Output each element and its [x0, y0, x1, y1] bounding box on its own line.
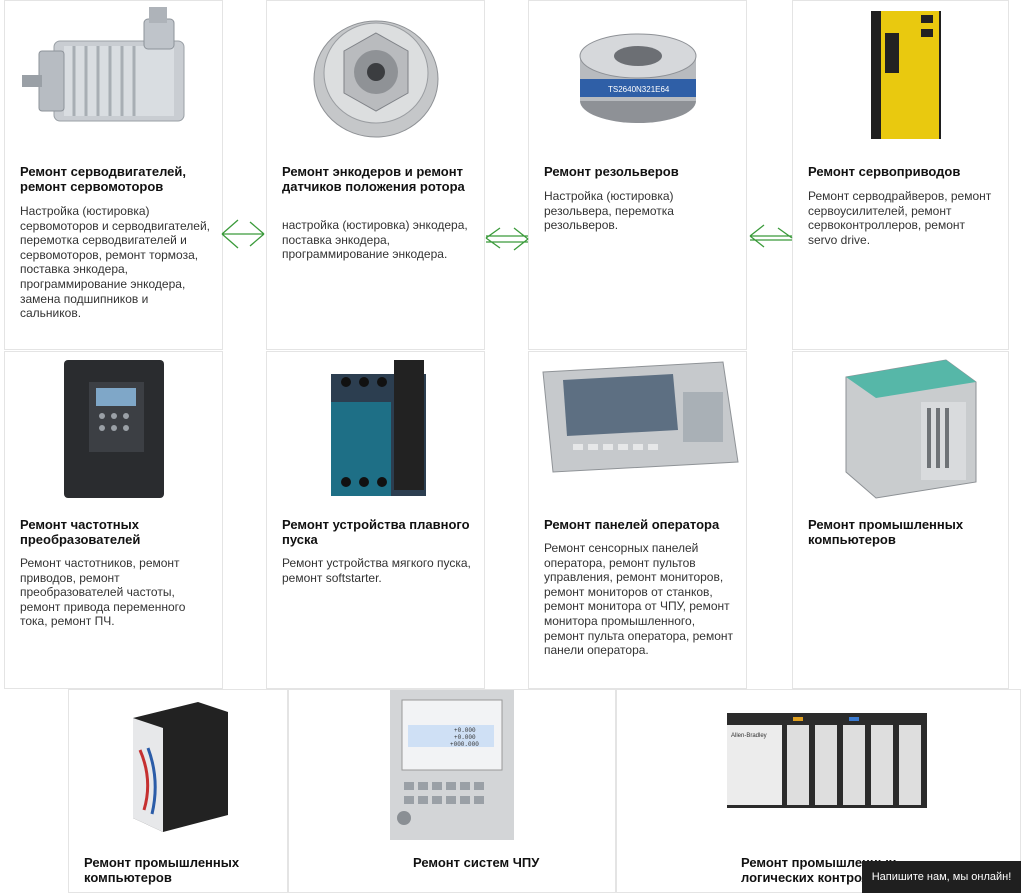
card-title[interactable]: Ремонт промышленных компьютеров	[84, 855, 275, 885]
industrial-pc-box-image	[69, 690, 287, 840]
cnc-value-2: +0.000	[454, 734, 476, 741]
double-arrow-icon	[485, 227, 529, 251]
card-title[interactable]: Ремонт частотных преобразователей	[20, 517, 210, 547]
resolver-image: TS2640N321E64	[529, 1, 746, 156]
cnc-value-3: +000.000	[450, 741, 479, 748]
frequency-converter-image	[5, 352, 222, 507]
soft-starter-image	[267, 352, 484, 507]
card-industrial-pcs[interactable]: Ремонт промышленных компьютеров	[792, 351, 1009, 689]
card-description: Ремонт сенсорных панелей оператора, ремо…	[544, 541, 734, 658]
card-title[interactable]: Ремонт систем ЧПУ	[413, 855, 603, 870]
card-resolvers[interactable]: TS2640N321E64 Ремонт резольверов Настрой…	[528, 0, 747, 350]
card-soft-starters[interactable]: Ремонт устройства плавного пуска Ремонт …	[266, 351, 485, 689]
card-cnc-systems[interactable]: +0.000 +0.000 +000.000 Ремонт систем ЧПУ	[288, 689, 616, 893]
card-description: Ремонт серводрайверов, ремонт сервоусили…	[808, 189, 992, 247]
card-description: Ремонт частотников, ремонт приводов, рем…	[20, 556, 186, 629]
card-title[interactable]: Ремонт устройства плавного пуска	[282, 517, 472, 547]
card-title[interactable]: Ремонт промышленных компьютеров	[808, 517, 996, 547]
operator-panel-image	[529, 352, 746, 507]
double-arrow-icon	[749, 224, 793, 248]
plc-image: Allen-Bradley	[617, 690, 1020, 840]
industrial-pc-image	[793, 352, 1008, 507]
servo-motor-image	[5, 1, 222, 156]
servo-drive-image	[793, 1, 1008, 156]
card-operator-panels[interactable]: Ремонт панелей оператора Ремонт сенсорны…	[528, 351, 747, 689]
card-description: настройка (юстировка) энкодера, поставка…	[282, 218, 468, 262]
cnc-system-image: +0.000 +0.000 +000.000	[289, 690, 615, 840]
cnc-value-1: +0.000	[454, 727, 476, 734]
resolver-label: TS2640N321E64	[608, 85, 670, 94]
card-servo-drives[interactable]: Ремонт сервоприводов Ремонт серводрайвер…	[792, 0, 1009, 350]
card-description: Ремонт устройства мягкого пуска, ремонт …	[282, 556, 471, 585]
card-frequency-converters[interactable]: Ремонт частотных преобразователей Ремонт…	[4, 351, 223, 689]
double-arrow-icon	[221, 219, 265, 249]
card-title[interactable]: Ремонт панелей оператора	[544, 517, 734, 532]
encoder-image	[267, 1, 484, 156]
plc-brand: Allen-Bradley	[731, 733, 767, 739]
card-description: Настройка (юстировка) сервомоторов и сер…	[20, 204, 211, 321]
card-title[interactable]: Ремонт сервоприводов	[808, 164, 996, 179]
card-industrial-pcs-2[interactable]: Ремонт промышленных компьютеров	[68, 689, 288, 893]
card-encoders[interactable]: Ремонт энкодеров и ремонт датчиков полож…	[266, 0, 485, 350]
card-title[interactable]: Ремонт резольверов	[544, 164, 734, 179]
chat-widget-button[interactable]: Напишите нам, мы онлайн!	[862, 861, 1021, 893]
card-title[interactable]: Ремонт энкодеров и ремонт датчиков полож…	[282, 164, 472, 194]
card-title[interactable]: Ремонт серводвигателей, ремонт сервомото…	[20, 164, 210, 194]
card-description: Настройка (юстировка) резольвера, перемо…	[544, 189, 674, 233]
card-servo-motors[interactable]: Ремонт серводвигателей, ремонт сервомото…	[4, 0, 223, 350]
